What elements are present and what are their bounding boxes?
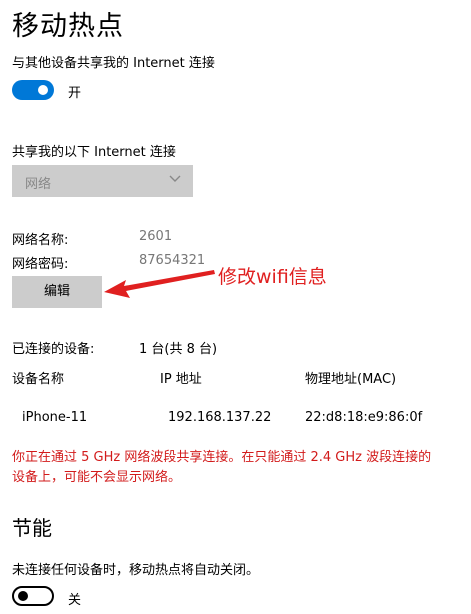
share-from-value: 网络 bbox=[25, 177, 52, 192]
annotation-text: 修改wifi信息 bbox=[218, 266, 327, 288]
device-mac-cell: 22:d8:18:e9:86:0f bbox=[305, 410, 423, 425]
page-title: 移动热点 bbox=[12, 11, 124, 42]
share-from-select[interactable]: 网络 bbox=[12, 165, 193, 197]
connected-devices-value: 1 台(共 8 台) bbox=[139, 342, 218, 357]
column-header-mac: 物理地址(MAC) bbox=[305, 372, 397, 387]
column-header-ip: IP 地址 bbox=[160, 372, 202, 387]
share-internet-label: 与其他设备共享我的 Internet 连接 bbox=[12, 56, 215, 71]
band-warning-line2: 设备上，可能不会显示网络。 bbox=[12, 470, 182, 485]
device-name-cell: iPhone-11 bbox=[22, 410, 88, 425]
toggle-knob bbox=[18, 591, 28, 601]
connected-devices-label: 已连接的设备: bbox=[12, 342, 95, 357]
network-name-value: 2601 bbox=[139, 229, 173, 244]
power-saving-toggle[interactable] bbox=[12, 586, 54, 606]
edit-button[interactable]: 编辑 bbox=[12, 276, 102, 308]
share-toggle-state: 开 bbox=[68, 86, 82, 101]
network-name-label: 网络名称: bbox=[12, 233, 69, 248]
column-header-device-name: 设备名称 bbox=[12, 372, 65, 387]
power-toggle-state: 关 bbox=[68, 593, 82, 608]
share-from-label: 共享我的以下 Internet 连接 bbox=[12, 145, 176, 160]
annotation-arrow-icon bbox=[104, 270, 215, 298]
network-password-label: 网络密码: bbox=[12, 257, 69, 272]
power-saving-description: 未连接任何设备时，移动热点将自动关闭。 bbox=[12, 563, 260, 578]
power-saving-title: 节能 bbox=[12, 516, 52, 540]
device-ip-cell: 192.168.137.22 bbox=[168, 410, 272, 425]
toggle-knob bbox=[38, 85, 48, 95]
chevron-down-icon bbox=[168, 171, 182, 189]
share-internet-toggle[interactable] bbox=[12, 80, 54, 100]
